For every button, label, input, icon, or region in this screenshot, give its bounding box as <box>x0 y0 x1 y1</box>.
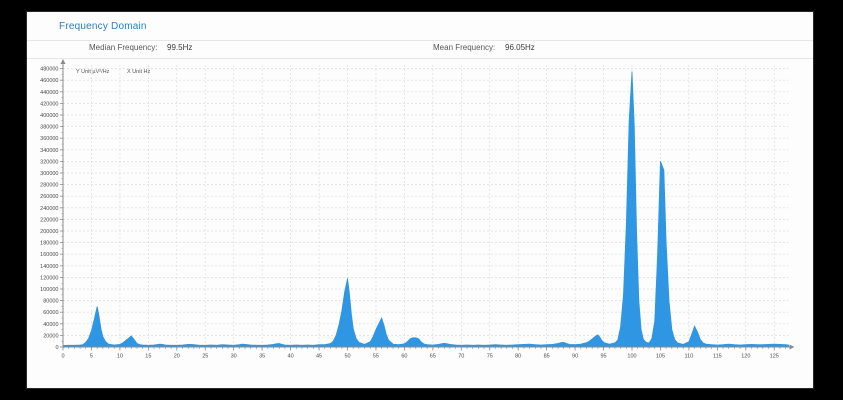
page-title: Frequency Domain <box>59 21 147 32</box>
svg-text:125: 125 <box>770 354 779 360</box>
mean-frequency-value: 96.05Hz <box>505 43 535 52</box>
frequency-domain-panel: Frequency Domain Median Frequency: 99.5H… <box>26 11 814 389</box>
svg-text:40000: 40000 <box>43 322 58 328</box>
svg-text:220000: 220000 <box>40 217 58 223</box>
svg-text:5: 5 <box>90 354 93 360</box>
svg-text:260000: 260000 <box>40 194 58 200</box>
svg-text:35: 35 <box>259 354 265 360</box>
svg-text:240000: 240000 <box>40 206 58 212</box>
svg-text:420000: 420000 <box>40 101 58 107</box>
svg-text:480000: 480000 <box>40 67 58 73</box>
svg-text:340000: 340000 <box>40 148 58 154</box>
svg-text:30: 30 <box>231 354 237 360</box>
svg-text:460000: 460000 <box>40 78 58 84</box>
svg-text:105: 105 <box>656 354 665 360</box>
svg-text:320000: 320000 <box>40 159 58 165</box>
svg-text:70: 70 <box>458 354 464 360</box>
mean-frequency-label: Mean Frequency: <box>433 43 495 52</box>
svg-text:100: 100 <box>627 354 636 360</box>
svg-text:65: 65 <box>430 354 436 360</box>
svg-text:40: 40 <box>288 354 294 360</box>
median-frequency-value: 99.5Hz <box>167 43 192 52</box>
svg-text:440000: 440000 <box>40 90 58 96</box>
svg-text:120: 120 <box>741 354 750 360</box>
svg-text:80: 80 <box>515 354 521 360</box>
svg-text:50: 50 <box>344 354 350 360</box>
svg-text:85: 85 <box>544 354 550 360</box>
svg-text:60: 60 <box>401 354 407 360</box>
svg-text:180000: 180000 <box>40 241 58 247</box>
svg-text:100000: 100000 <box>40 287 58 293</box>
svg-text:115: 115 <box>713 354 722 360</box>
svg-text:120000: 120000 <box>40 275 58 281</box>
svg-text:20000: 20000 <box>43 333 58 339</box>
svg-text:140000: 140000 <box>40 264 58 270</box>
svg-text:10: 10 <box>117 354 123 360</box>
svg-text:110: 110 <box>685 354 694 360</box>
median-frequency-label: Median Frequency: <box>89 43 157 52</box>
title-divider <box>27 40 813 41</box>
svg-text:20: 20 <box>174 354 180 360</box>
svg-text:0: 0 <box>55 345 58 351</box>
svg-text:400000: 400000 <box>40 113 58 119</box>
stats-bar: Median Frequency: 99.5Hz Mean Frequency:… <box>27 43 813 57</box>
svg-text:45: 45 <box>316 354 322 360</box>
svg-text:15: 15 <box>145 354 151 360</box>
svg-text:200000: 200000 <box>40 229 58 235</box>
svg-text:90: 90 <box>572 354 578 360</box>
svg-text:160000: 160000 <box>40 252 58 258</box>
svg-text:75: 75 <box>487 354 493 360</box>
svg-text:95: 95 <box>600 354 606 360</box>
frequency-chart: 0 20000 40000 60000 80000 100000 120000 140000 1… <box>27 59 813 389</box>
svg-text:25: 25 <box>202 354 208 360</box>
svg-text:300000: 300000 <box>40 171 58 177</box>
svg-text:X Unit Hz: X Unit Hz <box>127 69 150 75</box>
screen-background: Frequency Domain Median Frequency: 99.5H… <box>0 0 843 400</box>
svg-text:Y Unit µV²/Hz: Y Unit µV²/Hz <box>76 69 110 75</box>
svg-text:280000: 280000 <box>40 183 58 189</box>
svg-text:0: 0 <box>61 354 64 360</box>
chart-area: 0 20000 40000 60000 80000 100000 120000 140000 1… <box>27 59 813 389</box>
svg-text:55: 55 <box>373 354 379 360</box>
svg-text:360000: 360000 <box>40 136 58 142</box>
svg-text:60000: 60000 <box>43 310 58 316</box>
svg-text:80000: 80000 <box>43 299 58 305</box>
svg-text:380000: 380000 <box>40 125 58 131</box>
